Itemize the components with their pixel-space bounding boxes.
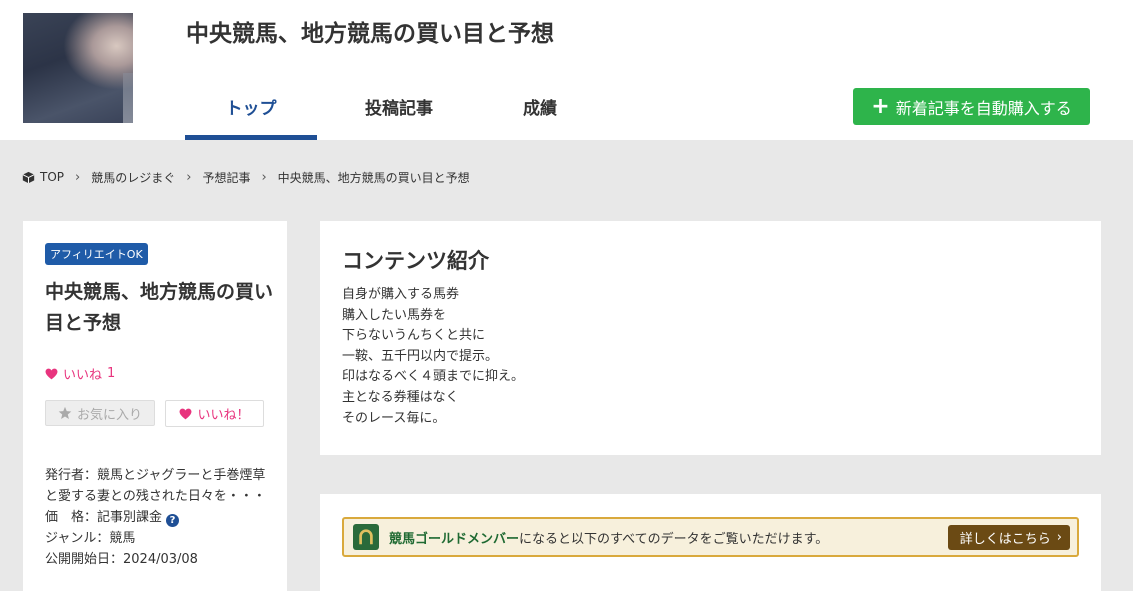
start-date-label: 公開開始日： — [45, 552, 124, 567]
tab-posts[interactable]: 投稿記事 — [335, 94, 463, 119]
price-label: 価 格： — [45, 510, 98, 525]
content-intro-card: コンテンツ紹介 自身が購入する馬券 購入したい馬券を 下らないうんちくと共に 一… — [320, 221, 1101, 455]
gold-member-banner: 競馬ゴールドメンバーになると以下のすべてのデータをご覧いただけます。 詳しくはこ… — [342, 517, 1079, 557]
like-count: いいね 1 — [45, 364, 115, 383]
help-icon[interactable]: ? — [166, 514, 180, 527]
plus-icon: + — [871, 93, 890, 119]
like-label: いいね — [63, 368, 103, 383]
breadcrumb-articles[interactable]: 予想記事 — [202, 169, 250, 186]
star-icon — [58, 406, 72, 419]
favorite-label: お気に入り — [76, 407, 142, 423]
site-header: 中央競馬、地方競馬の買い目と予想 トップ 投稿記事 成績 + 新着記事を自動購入… — [0, 0, 1133, 140]
site-title[interactable]: 中央競馬、地方競馬の買い目と予想 — [186, 14, 554, 48]
horseshoe-icon — [353, 524, 379, 550]
gold-member-message: 競馬ゴールドメンバーになると以下のすべてのデータをご覧いただけます。 — [389, 528, 828, 547]
breadcrumb-current: 中央競馬、地方競馬の買い目と予想 — [277, 170, 470, 185]
details-button[interactable]: 詳しくはこちら › — [947, 525, 1070, 550]
start-date-value: 2024/03/08 — [123, 552, 198, 567]
publisher-row: 発行者：競馬とジャグラーと手巻煙草と愛する妻との残された日々を・・・ — [45, 465, 267, 507]
breadcrumb-top[interactable]: TOP — [22, 170, 64, 184]
tab-results[interactable]: 成績 — [490, 94, 590, 119]
chevron-right-icon: › — [75, 169, 81, 185]
gold-member-card: 競馬ゴールドメンバーになると以下のすべてのデータをご覧いただけます。 詳しくはこ… — [320, 494, 1101, 591]
content-line: 一鞍、五千円以内で提示。 — [342, 348, 499, 364]
breadcrumb-top-label: TOP — [40, 170, 65, 184]
thumbnail-highlight — [123, 73, 133, 123]
content-line: 購入したい馬券を — [342, 307, 447, 323]
magazine-title: 中央競馬、地方競馬の買い目と予想 — [45, 281, 274, 334]
genre-row: ジャンル：競馬 — [45, 528, 267, 549]
genre-value: 競馬 — [109, 531, 136, 546]
affiliate-badge: アフィリエイトOK — [45, 243, 148, 265]
auto-purchase-label: 新着記事を自動購入する — [895, 98, 1072, 118]
favorite-button[interactable]: お気に入り — [45, 400, 155, 426]
chevron-right-icon: › — [186, 169, 192, 185]
active-tab-indicator — [185, 135, 317, 140]
breadcrumb-category[interactable]: 競馬のレジまぐ — [91, 169, 175, 186]
content-line: 印はなるべく４頭までに抑え。 — [342, 369, 525, 385]
details-label: 詳しくはこちら — [959, 532, 1051, 547]
tab-top[interactable]: トップ — [185, 94, 317, 119]
start-date-row: 公開開始日：2024/03/08 — [45, 549, 267, 570]
site-thumbnail[interactable] — [23, 13, 133, 123]
content-line: そのレース毎に。 — [342, 410, 446, 426]
cube-icon — [22, 171, 35, 183]
heart-icon — [180, 408, 192, 419]
auto-purchase-button[interactable]: + 新着記事を自動購入する — [853, 88, 1090, 125]
chevron-right-icon: › — [261, 169, 267, 185]
breadcrumb: TOP › 競馬のレジまぐ › 予想記事 › 中央競馬、地方競馬の買い目と予想 — [22, 168, 470, 186]
content-line: 下らないうんちくと共に — [342, 328, 486, 344]
genre-label: ジャンル： — [45, 531, 110, 546]
like-count-value: 1 — [107, 366, 116, 381]
like-button[interactable]: いいね！ — [165, 400, 264, 427]
gold-member-name[interactable]: 競馬ゴールドメンバー — [389, 532, 519, 547]
content-line: 自身が購入する馬券 — [342, 287, 460, 302]
like-button-label: いいね！ — [197, 408, 250, 423]
gold-member-text: になると以下のすべてのデータをご覧いただけます。 — [519, 531, 829, 547]
content-description: 自身が購入する馬券 購入したい馬券を 下らないうんちくと共に 一鞍、五千円以内で… — [342, 285, 524, 429]
price-value: 記事別課金 — [97, 510, 163, 525]
publisher-label: 発行者： — [45, 468, 98, 483]
chevron-right-icon: › — [1056, 530, 1062, 545]
content-line: 主となる券種はなく — [342, 389, 459, 405]
heart-icon — [45, 368, 58, 379]
magazine-info-card: アフィリエイトOK 中央競馬、地方競馬の買い目と予想 いいね 1 お気に入り い… — [23, 221, 287, 591]
content-heading: コンテンツ紹介 — [342, 249, 489, 273]
price-row: 価 格：記事別課金? — [45, 507, 267, 528]
magazine-meta: 発行者：競馬とジャグラーと手巻煙草と愛する妻との残された日々を・・・ 価 格：記… — [45, 465, 267, 570]
